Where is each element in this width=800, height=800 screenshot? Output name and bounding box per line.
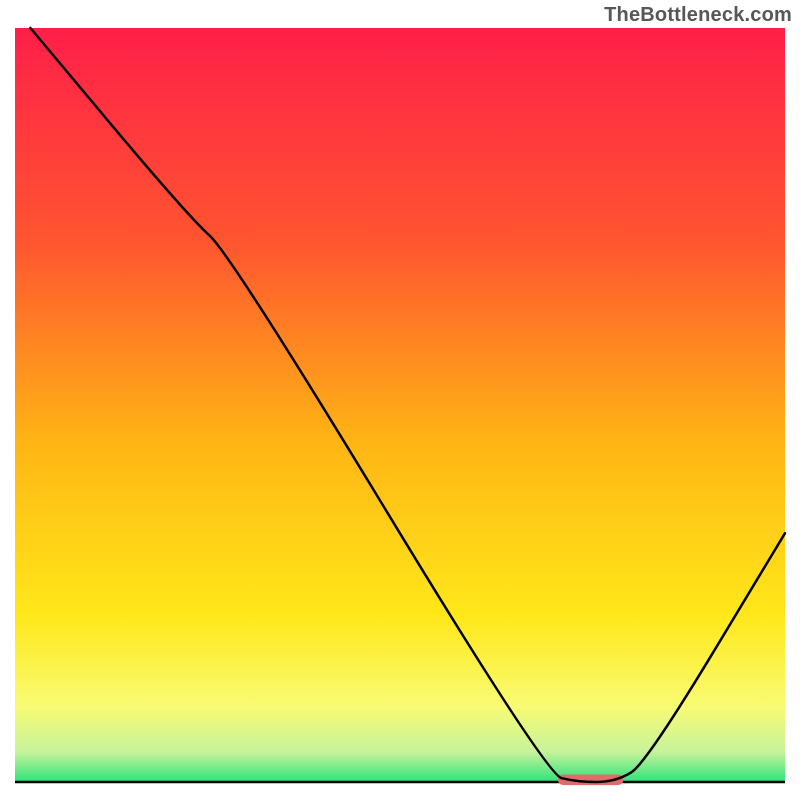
bottleneck-chart	[0, 0, 800, 800]
gradient-background	[15, 28, 785, 782]
chart-stage: TheBottleneck.com	[0, 0, 800, 800]
